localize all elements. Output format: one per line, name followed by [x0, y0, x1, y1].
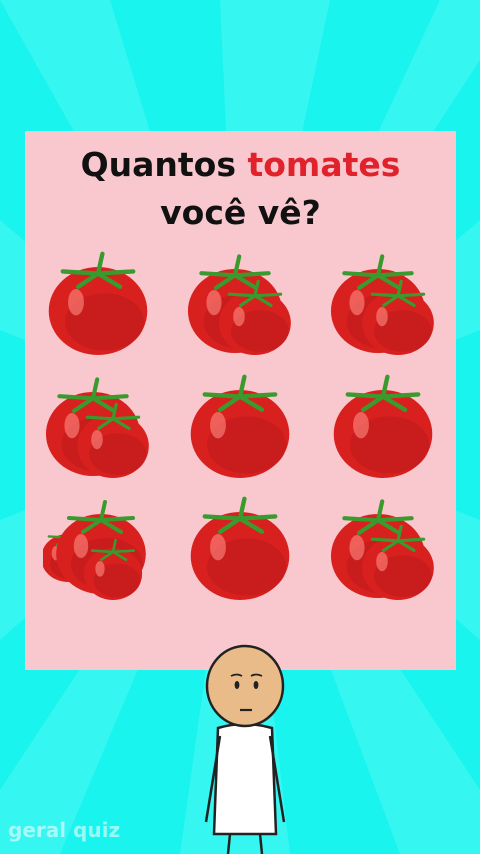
tomato-cell-6 [328, 374, 438, 484]
tomato-group [330, 254, 434, 355]
tomato-group [190, 374, 290, 478]
cartoon-character [204, 644, 286, 854]
tomato-cell-7 [43, 496, 153, 606]
tomato-icon [333, 374, 433, 478]
tomato-cell-4 [43, 374, 153, 484]
tomato-group [330, 499, 434, 600]
tomato-cell-2 [185, 251, 295, 361]
tomato-icon [190, 496, 290, 600]
tomato-group [48, 251, 148, 355]
tomato-grid [25, 131, 456, 670]
tomato-cell-3 [328, 251, 438, 361]
quiz-card: Quantos tomates você vê? [25, 131, 456, 670]
tomato-cell-8 [185, 496, 295, 606]
tomato-cell-9 [328, 496, 438, 606]
watermark: geral quiz [8, 818, 121, 842]
tomato-group [190, 496, 290, 600]
tomato-icon [190, 374, 290, 478]
tomato-group [333, 374, 433, 478]
tomato-cell-5 [185, 374, 295, 484]
tomato-cell-1 [43, 251, 153, 361]
tomato-icon [48, 251, 148, 355]
tomato-group [187, 254, 291, 355]
tomato-group [45, 377, 149, 478]
tomato-group [43, 500, 146, 600]
